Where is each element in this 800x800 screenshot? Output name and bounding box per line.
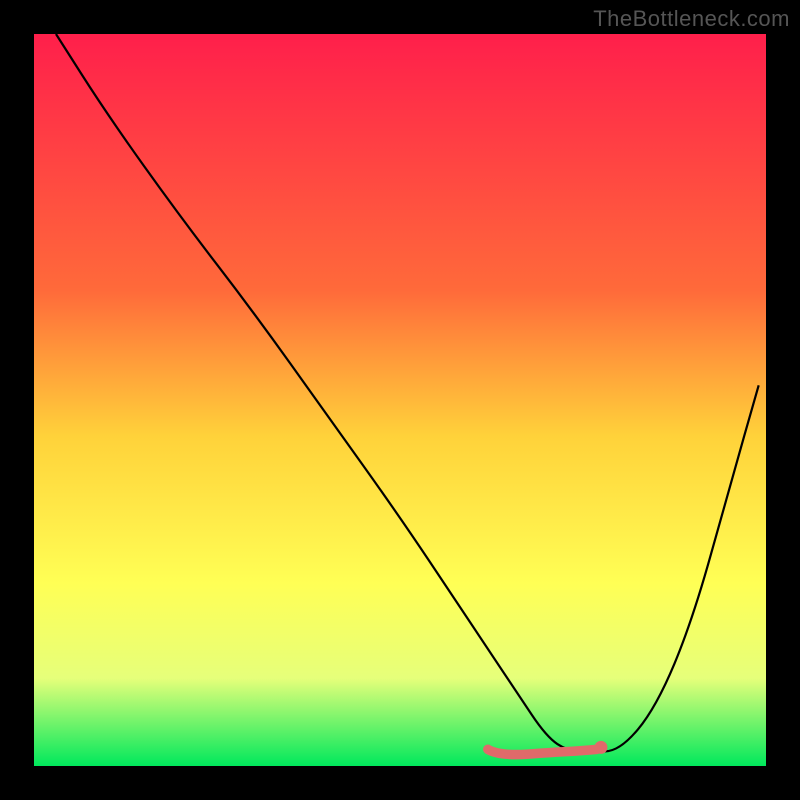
plot-area <box>34 34 766 766</box>
plot-background <box>34 34 766 766</box>
watermark-text: TheBottleneck.com <box>593 6 790 32</box>
optimal-zone-highlight <box>488 749 597 754</box>
optimal-zone-end-dot <box>594 741 607 754</box>
chart-container: TheBottleneck.com <box>0 0 800 800</box>
bottleneck-chart <box>0 0 800 800</box>
